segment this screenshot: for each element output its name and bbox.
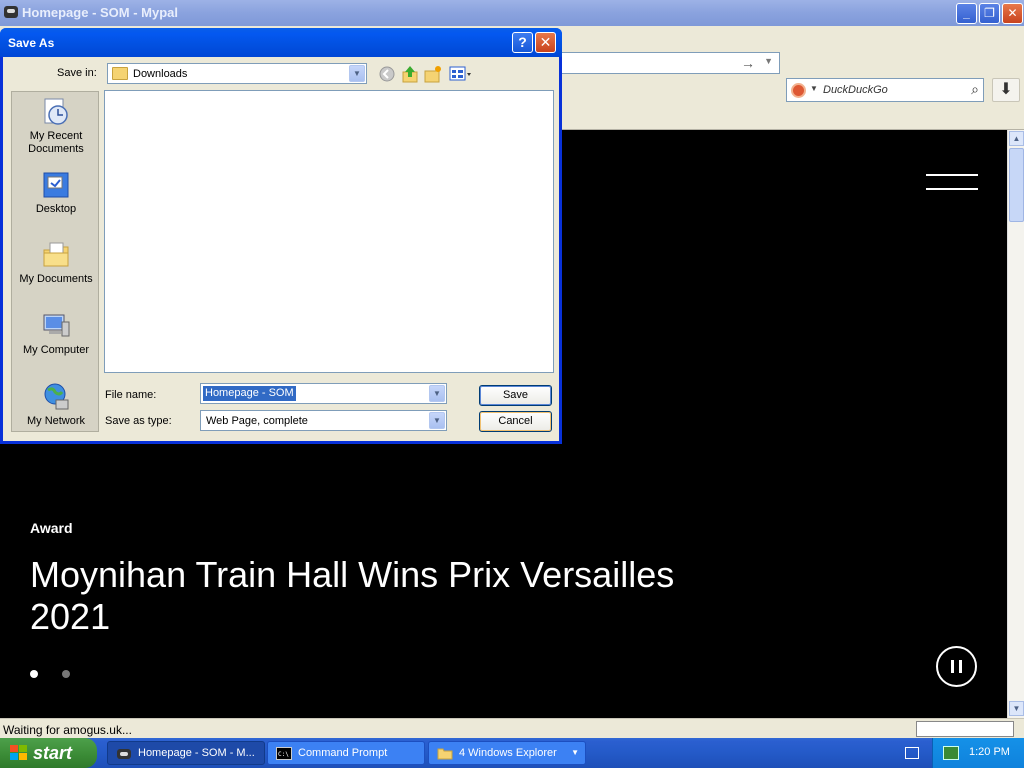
hamburger-menu-icon[interactable]	[926, 174, 978, 190]
my-documents-icon	[43, 242, 69, 267]
hero-eyebrow: Award	[30, 520, 73, 536]
place-label: My Network	[26, 415, 86, 427]
place-my-documents[interactable]: My Documents	[12, 240, 100, 286]
place-label: My Documents	[19, 273, 93, 285]
save-as-type-label: Save as type:	[105, 415, 172, 427]
task-command-prompt[interactable]: C:\ Command Prompt	[267, 741, 425, 765]
chevron-down-icon[interactable]: ▼	[429, 412, 445, 429]
url-dropdown-icon[interactable]: ▼	[764, 56, 773, 66]
help-button[interactable]: ?	[512, 32, 533, 53]
task-label: Homepage - SOM - M...	[138, 747, 255, 759]
dialog-title: Save As	[8, 36, 55, 50]
views-menu-icon[interactable]	[449, 65, 473, 83]
download-arrow-icon: ⬇	[999, 81, 1013, 98]
save-as-type-value: Web Page, complete	[206, 415, 308, 427]
my-network-icon	[44, 383, 69, 410]
minimize-button[interactable]: _	[956, 3, 977, 24]
start-button[interactable]: start	[0, 738, 97, 768]
browser-titlebar: Homepage - SOM - Mypal _ ❐ ✕	[0, 0, 1024, 26]
chevron-down-icon[interactable]: ▼	[571, 748, 579, 757]
folder-icon	[437, 748, 453, 760]
scroll-down-arrow-icon[interactable]: ▼	[1009, 701, 1024, 716]
status-bar: Waiting for amogus.uk...	[0, 718, 1024, 738]
scroll-thumb[interactable]	[1009, 148, 1024, 222]
keyboard-icon[interactable]	[905, 747, 919, 759]
status-text: Waiting for amogus.uk...	[3, 723, 132, 737]
task-label: Command Prompt	[298, 747, 388, 759]
cancel-button[interactable]: Cancel	[479, 411, 552, 432]
slide-dot[interactable]	[62, 670, 70, 678]
dialog-titlebar[interactable]: Save As ? ✕	[0, 28, 562, 57]
file-name-label: File name:	[105, 389, 157, 401]
go-arrow-icon[interactable]: →	[741, 55, 755, 71]
file-name-value[interactable]: Homepage - SOM	[203, 386, 296, 401]
browser-window-title: Homepage - SOM - Mypal	[22, 5, 179, 20]
place-desktop[interactable]: Desktop	[12, 170, 100, 216]
progress-meter	[916, 721, 1014, 737]
windows-logo-icon	[10, 745, 28, 761]
system-tray: 1:20 PM	[932, 738, 1024, 768]
save-in-value: Downloads	[133, 68, 188, 80]
recent-documents-icon	[44, 98, 68, 125]
place-label: Desktop	[35, 203, 77, 215]
folder-icon	[112, 67, 128, 80]
search-icon[interactable]: ⌕	[971, 81, 979, 98]
place-my-computer[interactable]: My Computer	[12, 311, 100, 357]
place-my-network[interactable]: My Network	[12, 382, 100, 428]
engine-dropdown-icon[interactable]: ▼	[810, 84, 818, 93]
url-bar[interactable]: → ▼	[560, 52, 780, 74]
scroll-up-arrow-icon[interactable]: ▲	[1009, 131, 1024, 146]
cmd-icon: C:\	[276, 747, 292, 760]
up-folder-icon[interactable]	[401, 65, 419, 83]
search-placeholder[interactable]: DuckDuckGo	[823, 84, 888, 96]
task-mypal[interactable]: Homepage - SOM - M...	[107, 741, 265, 765]
save-in-label: Save in:	[57, 67, 97, 79]
places-bar: My Recent Documents Desktop My Documents	[11, 91, 99, 432]
browser-close-button[interactable]: ✕	[1002, 3, 1023, 24]
slide-dot-active[interactable]	[30, 670, 38, 678]
save-button[interactable]: Save	[479, 385, 552, 406]
file-list[interactable]	[104, 90, 554, 373]
place-label: My Recent Documents	[28, 130, 84, 155]
my-computer-icon	[43, 314, 70, 337]
place-my-recent-documents[interactable]: My Recent Documents	[12, 97, 100, 156]
downloads-button[interactable]: ⬇	[992, 78, 1020, 102]
place-label: My Computer	[22, 344, 90, 356]
save-as-dialog: Save As ? ✕ Save in: Downloads ▼ My Rece…	[0, 28, 562, 444]
dialog-close-button[interactable]: ✕	[535, 32, 556, 53]
back-icon[interactable]	[378, 65, 396, 83]
search-box[interactable]: ▼ DuckDuckGo ⌕	[786, 78, 984, 102]
pause-button[interactable]	[936, 646, 977, 687]
task-label: 4 Windows Explorer	[459, 747, 557, 759]
desktop-icon	[43, 172, 69, 198]
duckduckgo-icon[interactable]	[791, 83, 806, 98]
hero-headline[interactable]: Moynihan Train Hall Wins Prix Versailles…	[30, 554, 690, 638]
save-as-type-select[interactable]: Web Page, complete ▼	[200, 410, 447, 431]
mypal-app-icon	[4, 6, 18, 18]
new-folder-icon[interactable]	[424, 65, 442, 83]
save-in-combo[interactable]: Downloads ▼	[107, 63, 367, 84]
taskbar: start Homepage - SOM - M... C:\ Command …	[0, 738, 1024, 768]
start-label: start	[33, 743, 73, 763]
restore-button[interactable]: ❐	[979, 3, 1000, 24]
chevron-down-icon[interactable]: ▼	[429, 385, 445, 402]
task-windows-explorer-group[interactable]: 4 Windows Explorer ▼	[428, 741, 586, 765]
page-scrollbar[interactable]: ▲ ▼	[1007, 130, 1024, 718]
chevron-down-icon[interactable]: ▼	[349, 65, 365, 82]
network-tray-icon[interactable]	[943, 746, 959, 760]
mypal-icon	[117, 749, 131, 759]
file-name-input[interactable]: Homepage - SOM ▼	[200, 383, 447, 404]
clock[interactable]: 1:20 PM	[969, 746, 1010, 758]
svg-text:C:\: C:\	[278, 751, 289, 758]
